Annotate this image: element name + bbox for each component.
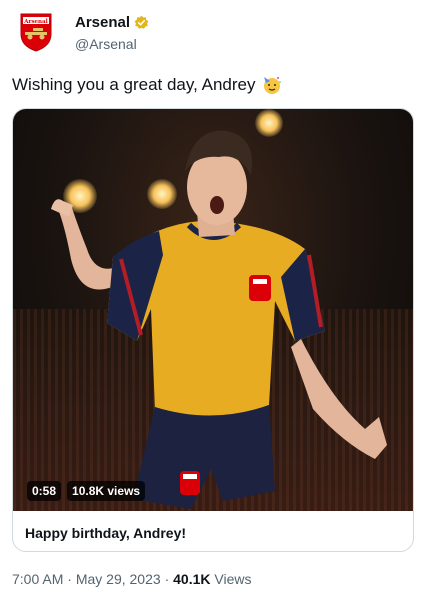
- tweet-time[interactable]: 7:00 AM: [12, 571, 63, 587]
- meta-separator: ·: [164, 571, 170, 587]
- player-figure: [51, 130, 387, 509]
- video-duration: 0:58: [27, 481, 62, 501]
- meta-separator: ·: [67, 571, 72, 587]
- verified-badge-icon: [134, 15, 149, 30]
- tweet-header: Arsenal Arsenal @Arsenal: [12, 10, 412, 58]
- video-badges: 0:58 10.8K views: [27, 481, 146, 501]
- account-name[interactable]: Arsenal: [75, 14, 130, 31]
- card-title[interactable]: Happy birthday, Andrey!: [25, 525, 186, 541]
- video-player[interactable]: 0:58 10.8K views: [13, 109, 413, 511]
- tweet-text: Wishing you a great day, Andrey: [12, 75, 256, 94]
- media-card[interactable]: 0:58 10.8K views Happy birthday, Andrey!: [12, 108, 414, 552]
- svg-text:Arsenal: Arsenal: [23, 19, 47, 25]
- tweet-date[interactable]: May 29, 2023: [76, 571, 161, 587]
- views-count: 40.1K: [173, 571, 211, 587]
- tweet-meta: 7:00 AM · May 29, 2023 · 40.1K Views: [12, 571, 251, 587]
- partying-face-emoji-icon: [262, 75, 282, 95]
- video-views: 10.8K views: [67, 481, 146, 501]
- name-row: Arsenal: [75, 14, 149, 31]
- account-handle[interactable]: @Arsenal: [75, 36, 137, 52]
- tweet-text-row: Wishing you a great day, Andrey: [12, 74, 282, 96]
- arsenal-crest-icon[interactable]: Arsenal: [19, 12, 53, 52]
- views-label: Views: [214, 571, 252, 587]
